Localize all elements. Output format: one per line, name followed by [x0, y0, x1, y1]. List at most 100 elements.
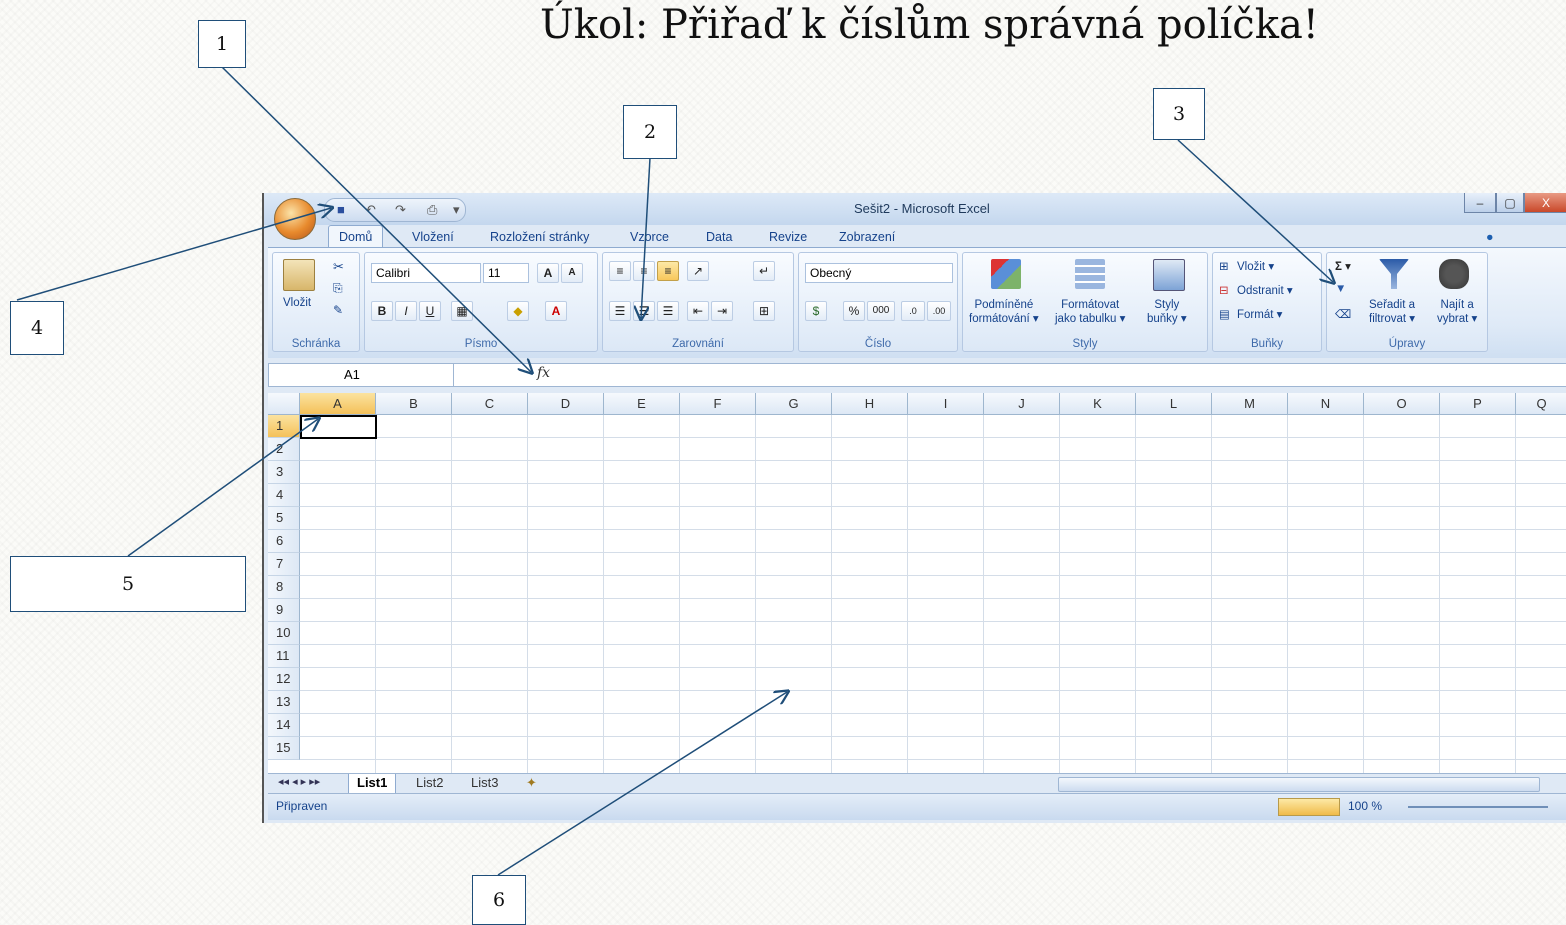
- column-header[interactable]: L: [1136, 393, 1212, 415]
- save-icon[interactable]: ■: [337, 202, 345, 217]
- column-header[interactable]: O: [1364, 393, 1440, 415]
- tab-zobrazeni[interactable]: Zobrazení: [839, 230, 895, 244]
- tab-data[interactable]: Data: [706, 230, 732, 244]
- print-preview-icon[interactable]: ⎙: [427, 202, 437, 218]
- row-header[interactable]: 5: [268, 507, 300, 530]
- sort-filter-icon[interactable]: [1379, 259, 1409, 289]
- sort-filter-button[interactable]: Seřadit a filtrovat ▾: [1369, 299, 1415, 325]
- align-right-icon[interactable]: ☰: [657, 301, 679, 321]
- column-header[interactable]: P: [1440, 393, 1516, 415]
- tab-vzorce[interactable]: Vzorce: [630, 230, 669, 244]
- increase-indent-icon[interactable]: ⇥: [711, 301, 733, 321]
- sheet-tab-list2[interactable]: List2: [408, 774, 451, 793]
- underline-button[interactable]: U: [419, 301, 441, 321]
- column-header[interactable]: I: [908, 393, 984, 415]
- shrink-font-button[interactable]: A: [561, 263, 583, 283]
- tab-rozlozeni-stranky[interactable]: Rozložení stránky: [490, 230, 589, 244]
- orientation-icon[interactable]: ↗: [687, 261, 709, 281]
- help-icon[interactable]: ●: [1486, 230, 1494, 244]
- format-painter-icon[interactable]: ✎: [333, 303, 343, 317]
- row-header[interactable]: 9: [268, 599, 300, 622]
- paste-button[interactable]: Vložit: [283, 297, 311, 309]
- row-header[interactable]: 12: [268, 668, 300, 691]
- italic-button[interactable]: I: [395, 301, 417, 321]
- conditional-formatting-button[interactable]: Podmíněné formátování ▾: [969, 299, 1039, 325]
- select-all-corner[interactable]: [268, 393, 300, 415]
- row-header[interactable]: 2: [268, 438, 300, 461]
- column-header[interactable]: F: [680, 393, 756, 415]
- column-header[interactable]: C: [452, 393, 528, 415]
- row-header[interactable]: 4: [268, 484, 300, 507]
- insert-cells-button[interactable]: Vložit ▾: [1237, 259, 1274, 273]
- thousands-button[interactable]: 000: [867, 301, 895, 321]
- delete-cells-button[interactable]: Odstranit ▾: [1237, 283, 1293, 297]
- delete-cells-icon[interactable]: ⊟: [1219, 283, 1229, 297]
- sheet-tab-list3[interactable]: List3: [463, 774, 506, 793]
- row-header[interactable]: 11: [268, 645, 300, 668]
- format-cells-icon[interactable]: ▤: [1219, 307, 1230, 321]
- row-header[interactable]: 3: [268, 461, 300, 484]
- align-bottom-icon[interactable]: ≡: [657, 261, 679, 281]
- column-header[interactable]: B: [376, 393, 452, 415]
- column-header[interactable]: D: [528, 393, 604, 415]
- row-header[interactable]: 6: [268, 530, 300, 553]
- column-header[interactable]: K: [1060, 393, 1136, 415]
- increase-decimal-icon[interactable]: .0: [901, 301, 925, 321]
- minimize-button[interactable]: –: [1464, 193, 1496, 213]
- active-cell-a1[interactable]: [300, 415, 377, 439]
- decrease-indent-icon[interactable]: ⇤: [687, 301, 709, 321]
- insert-cells-icon[interactable]: ⊞: [1219, 259, 1229, 273]
- column-header[interactable]: Q: [1516, 393, 1566, 415]
- insert-sheet-icon[interactable]: ✦: [518, 774, 545, 793]
- tab-vlozeni[interactable]: Vložení: [412, 230, 454, 244]
- grow-font-button[interactable]: A: [537, 263, 559, 283]
- insert-function-button[interactable]: fx: [537, 365, 550, 381]
- percent-button[interactable]: %: [843, 301, 865, 321]
- fill-color-icon[interactable]: ◆: [507, 301, 529, 321]
- wrap-text-icon[interactable]: ↵: [753, 261, 775, 281]
- column-header[interactable]: M: [1212, 393, 1288, 415]
- row-header[interactable]: 7: [268, 553, 300, 576]
- format-as-table-icon[interactable]: [1075, 259, 1105, 289]
- row-header-1[interactable]: 1: [268, 415, 300, 438]
- tab-revize[interactable]: Revize: [769, 230, 807, 244]
- number-format-combo[interactable]: Obecný: [805, 263, 953, 283]
- sheet-tab-list1[interactable]: List1: [348, 774, 397, 794]
- format-cells-button[interactable]: Formát ▾: [1237, 307, 1282, 321]
- cell-styles-button[interactable]: Styly buňky ▾: [1147, 299, 1187, 325]
- font-color-button[interactable]: A: [545, 301, 567, 321]
- find-select-icon[interactable]: [1439, 259, 1469, 289]
- align-middle-icon[interactable]: ≡: [633, 261, 655, 281]
- column-header[interactable]: J: [984, 393, 1060, 415]
- view-buttons[interactable]: [1278, 798, 1340, 816]
- customize-qat-icon[interactable]: ▾: [453, 202, 460, 218]
- row-header[interactable]: 13: [268, 691, 300, 714]
- format-as-table-button[interactable]: Formátovat jako tabulku ▾: [1055, 299, 1125, 325]
- conditional-formatting-icon[interactable]: [991, 259, 1021, 289]
- column-header[interactable]: E: [604, 393, 680, 415]
- paste-icon[interactable]: [283, 259, 315, 291]
- borders-icon[interactable]: ▦: [451, 301, 473, 321]
- align-center-icon[interactable]: ☰: [633, 301, 655, 321]
- row-header[interactable]: 10: [268, 622, 300, 645]
- row-header[interactable]: 8: [268, 576, 300, 599]
- bold-button[interactable]: B: [371, 301, 393, 321]
- worksheet-grid[interactable]: A B C D E F G H I J K L M N O P Q 1 2 3 …: [268, 393, 1566, 783]
- zoom-slider[interactable]: [1408, 806, 1548, 808]
- cell-styles-icon[interactable]: [1153, 259, 1185, 291]
- row-header[interactable]: 14: [268, 714, 300, 737]
- merge-center-icon[interactable]: ⊞: [753, 301, 775, 321]
- find-select-button[interactable]: Najít a vybrat ▾: [1437, 299, 1477, 325]
- horizontal-scrollbar[interactable]: [1058, 777, 1540, 792]
- font-size-combo[interactable]: 11: [483, 263, 529, 283]
- copy-icon[interactable]: ⎘: [333, 281, 343, 296]
- name-box[interactable]: A1: [269, 364, 454, 386]
- column-header[interactable]: H: [832, 393, 908, 415]
- clear-icon[interactable]: ⌫: [1335, 307, 1351, 321]
- decrease-decimal-icon[interactable]: .00: [927, 301, 951, 321]
- cut-icon[interactable]: ✂: [333, 259, 344, 275]
- maximize-button[interactable]: ▢: [1496, 193, 1524, 213]
- undo-icon[interactable]: ↶: [365, 202, 376, 218]
- column-header[interactable]: N: [1288, 393, 1364, 415]
- column-header[interactable]: G: [756, 393, 832, 415]
